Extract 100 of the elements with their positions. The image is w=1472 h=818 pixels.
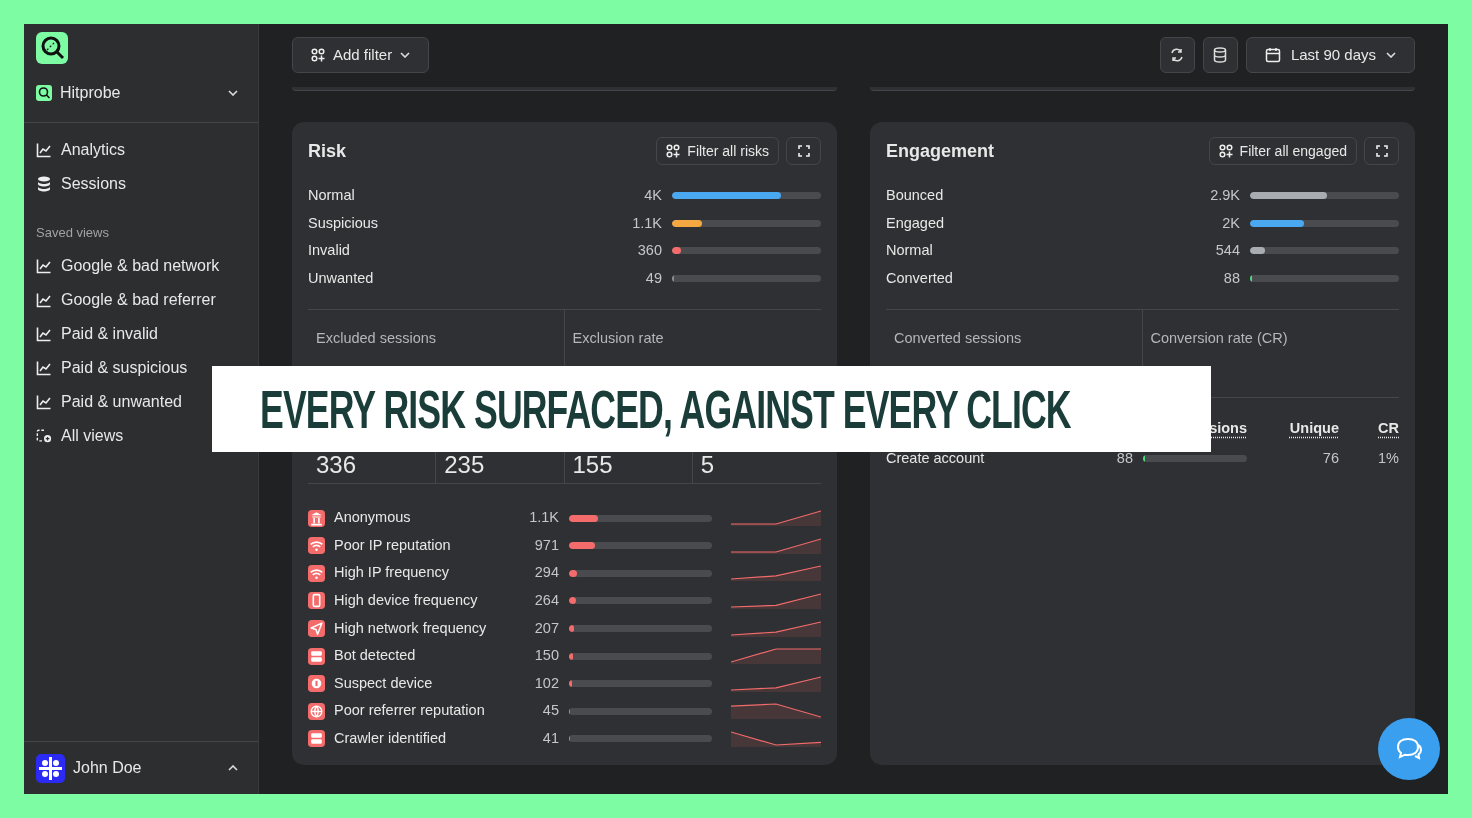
signal-label: High network frequency (334, 618, 488, 638)
row-value: 49 (645, 268, 662, 288)
signal-value: 102 (534, 673, 559, 693)
signal-value: 971 (534, 535, 559, 555)
row-value: 2.9K (1210, 185, 1240, 205)
logo-icon (36, 85, 52, 101)
server-icon (308, 647, 325, 665)
table-cell-text: 88 (1116, 448, 1133, 468)
signal-label: High IP frequency (334, 563, 450, 583)
nav-item[interactable]: Analytics (36, 137, 126, 163)
stat-value: 235 (444, 453, 486, 478)
line-chart-icon (36, 291, 52, 308)
signal-label: Poor IP reputation (334, 535, 452, 555)
chevron-down-icon (400, 52, 411, 58)
row-value: 1.1K (632, 213, 662, 233)
row-value: 544 (1215, 241, 1240, 261)
section-title: Saved views (35, 224, 110, 242)
chevron-down-icon (1386, 52, 1396, 58)
signal-label: Bot detected (334, 646, 417, 666)
chevron-down-icon (228, 90, 238, 96)
row-value: 360 (637, 241, 662, 261)
add-view-icon (36, 427, 52, 444)
signal-value: 1.1K (529, 508, 559, 528)
line-chart-icon (36, 257, 52, 274)
banner-headline: EVERY RISK SURFACED, AGAINST EVERY CLICK (260, 382, 1071, 436)
row-value: 2K (1222, 213, 1240, 233)
database-icon (1213, 47, 1228, 63)
add-filter-button[interactable]: Add filter (292, 37, 430, 73)
table-cell: 1% (1378, 449, 1399, 466)
line-chart-icon (36, 325, 52, 342)
row-label: Unwanted (308, 268, 375, 288)
signal-label: Crawler identified (334, 729, 448, 749)
row-label: Normal (886, 241, 934, 261)
expand-button[interactable] (786, 137, 821, 165)
row-label: Bounced (886, 185, 945, 205)
refresh-button[interactable] (1159, 37, 1195, 73)
database-icon (37, 176, 51, 192)
stat-value: 5 (700, 453, 716, 478)
row-value: 88 (1223, 268, 1240, 288)
nav-item[interactable]: Sessions (36, 171, 126, 197)
row-label: Suspicious (308, 213, 380, 233)
nav-item[interactable]: Paid & suspicious (36, 354, 188, 381)
row-value: 4K (644, 185, 662, 205)
filter-button[interactable]: Filter all engaged (1208, 137, 1357, 165)
column-header[interactable]: CR (1378, 419, 1399, 436)
stat-label: Excluded sessions (316, 329, 438, 349)
stat-label: Converted sessions (894, 329, 1023, 349)
signal-value: 294 (534, 563, 559, 583)
phone-icon (308, 592, 325, 610)
column-header[interactable]: sions (1209, 419, 1247, 436)
filter-add-icon (666, 144, 681, 158)
row-label: Invalid (308, 241, 351, 261)
expand-icon (797, 145, 810, 157)
signal-label: Anonymous (334, 508, 412, 528)
card-title: Engagement (886, 139, 996, 163)
row-label: Normal (308, 185, 356, 205)
signal-value: 41 (542, 729, 559, 749)
card-title: Risk (308, 139, 348, 163)
filter-add-icon (1218, 144, 1233, 158)
expand-icon (1375, 145, 1388, 157)
stat-label: Conversion rate (CR) (1150, 329, 1289, 349)
server-icon (308, 730, 325, 748)
building-icon (308, 509, 325, 527)
nav-item[interactable]: Paid & unwanted (36, 388, 182, 415)
stat-label: Exclusion rate (572, 329, 665, 349)
chip-icon (308, 675, 325, 693)
column-header[interactable]: Unique (1289, 419, 1339, 436)
nav-item[interactable]: All views (36, 422, 124, 449)
expand-button[interactable] (1364, 137, 1399, 165)
date-range-button[interactable]: Last 90 days (1245, 37, 1415, 73)
nav-item[interactable]: Paid & invalid (36, 320, 158, 347)
row-label: Converted (886, 268, 954, 288)
calendar-icon (1264, 47, 1281, 63)
signal-label: Suspect device (334, 673, 434, 693)
stat-value: 155 (572, 453, 614, 478)
logo-icon[interactable] (36, 32, 68, 64)
user-menu[interactable]: John Doe (36, 742, 246, 794)
signal-value: 45 (542, 701, 559, 721)
nav-item[interactable]: Google & bad referrer (36, 286, 216, 313)
row-label: Engaged (886, 213, 946, 233)
filter-button[interactable]: Filter all risks (656, 137, 779, 165)
database-button[interactable] (1202, 37, 1238, 73)
table-cell: 76 (1322, 449, 1339, 466)
wifi-icon (308, 537, 325, 555)
signal-label: High device frequency (334, 591, 479, 611)
signal-value: 150 (534, 646, 559, 666)
line-chart-icon (36, 359, 52, 376)
globe-icon (308, 702, 325, 720)
signal-label: Poor referrer reputation (334, 701, 486, 721)
refresh-icon (1169, 47, 1186, 63)
workspace-switcher[interactable]: Hitprobe (36, 78, 246, 108)
line-chart-icon (36, 393, 52, 410)
chevron-up-icon (228, 765, 238, 771)
nav-item[interactable]: Google & bad network (36, 252, 220, 279)
wifi-icon (308, 564, 325, 582)
table-cell-text: Create account (886, 448, 986, 468)
stat-value: 336 (316, 453, 358, 478)
signal-value: 207 (534, 618, 559, 638)
filter-add-icon (311, 48, 325, 62)
send-icon (308, 620, 325, 638)
